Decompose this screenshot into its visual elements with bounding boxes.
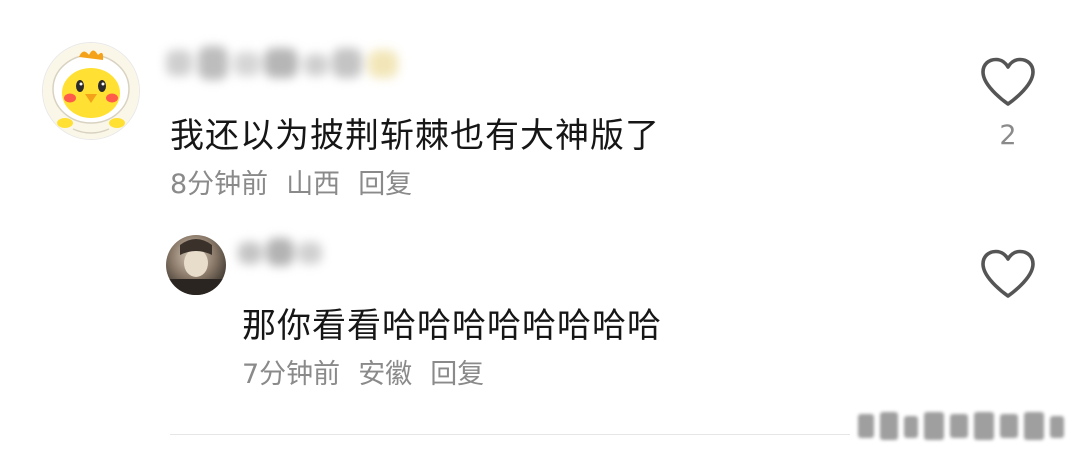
comment-time: 8分钟前: [170, 169, 269, 200]
username-blurred[interactable]: [236, 232, 326, 272]
yellow-chick-avatar-icon: [43, 43, 139, 139]
comment-divider: [170, 434, 850, 435]
comment-meta: 8分钟前 山西 回复: [170, 162, 412, 201]
like-button[interactable]: [978, 248, 1038, 304]
photo-avatar-icon: [166, 235, 226, 295]
watermark-logo: [856, 408, 1068, 448]
comment-text: 我还以为披荆斩棘也有大神版了: [170, 116, 660, 156]
comment-location: 山西: [286, 169, 341, 200]
comment-time: 7分钟前: [242, 359, 341, 390]
username-blurred[interactable]: [164, 40, 404, 86]
heart-icon: [981, 249, 1035, 298]
heart-icon: [981, 57, 1035, 106]
user-avatar[interactable]: [166, 235, 226, 295]
reply-button[interactable]: 回复: [358, 162, 412, 201]
comment-meta: 7分钟前 安徽 回复: [242, 352, 484, 391]
comment-text: 那你看看哈哈哈哈哈哈哈哈: [242, 306, 662, 346]
like-button[interactable]: [978, 56, 1038, 112]
user-avatar[interactable]: [42, 42, 140, 140]
comment-location: 安徽: [358, 359, 413, 390]
reply-button[interactable]: 回复: [430, 352, 484, 391]
like-count: 2: [999, 120, 1017, 151]
